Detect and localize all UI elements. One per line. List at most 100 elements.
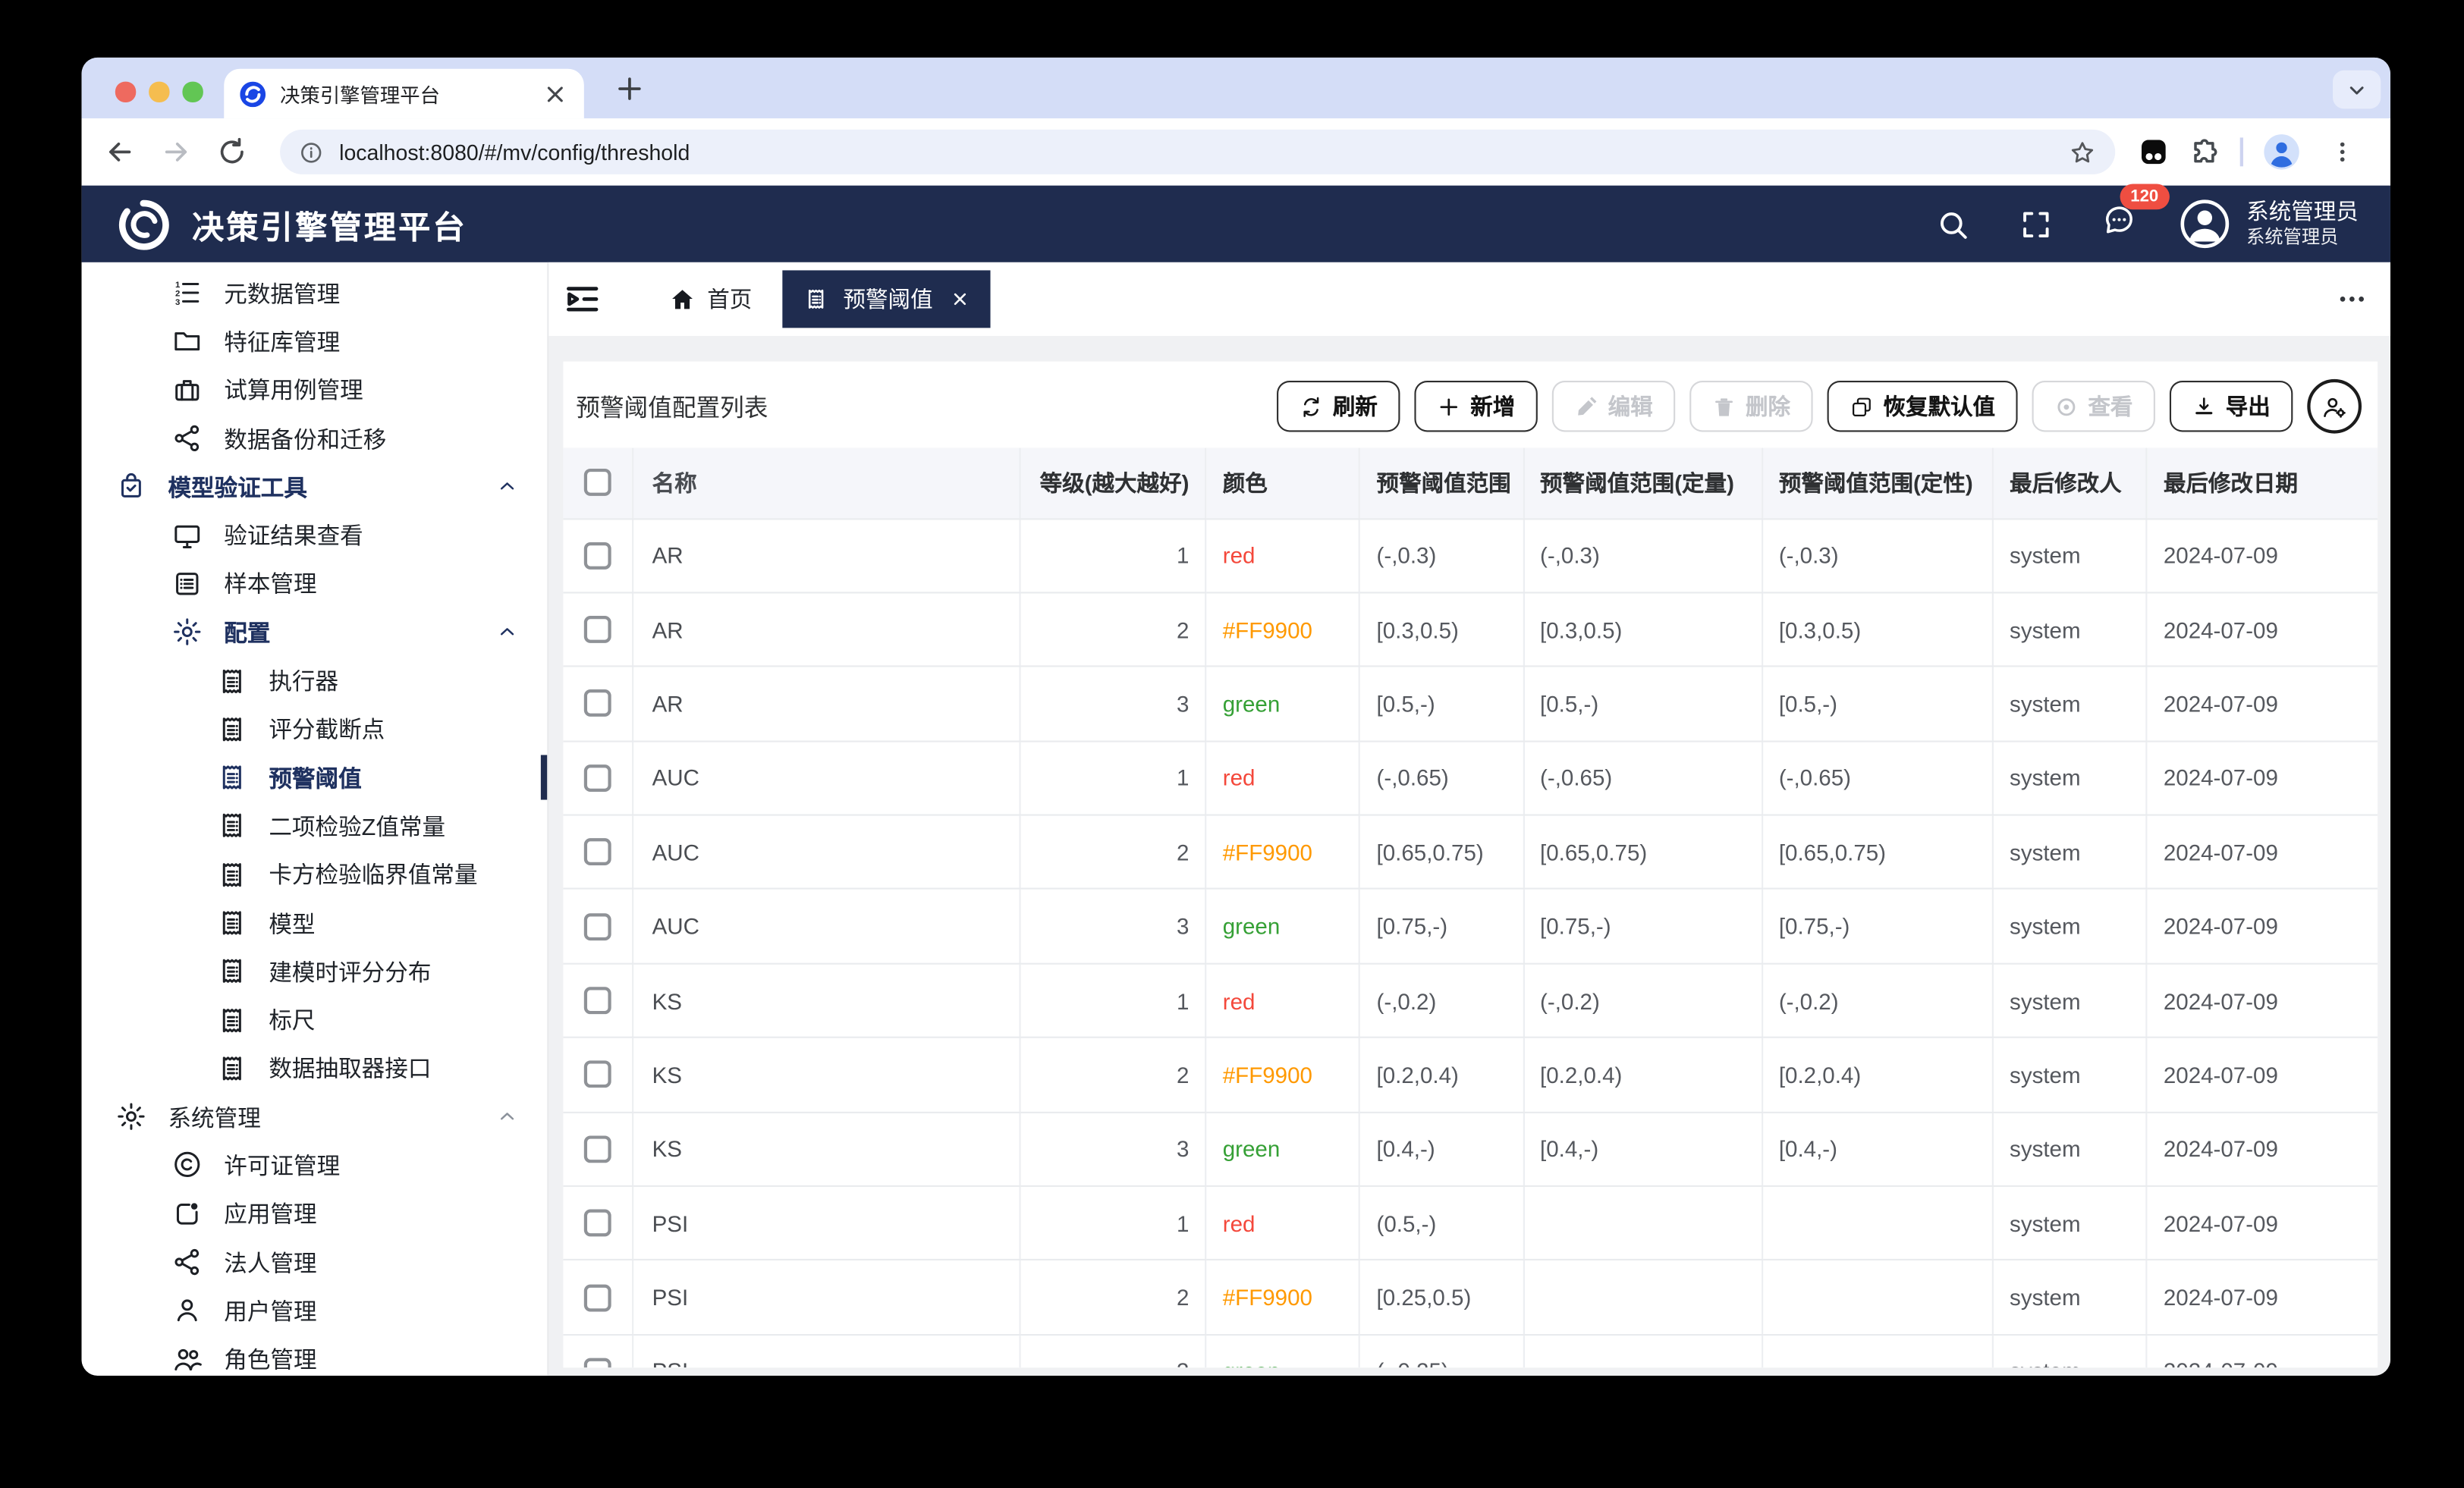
row-checkbox[interactable] (583, 839, 611, 866)
close-tab-icon[interactable] (542, 81, 568, 107)
row-checkbox[interactable] (583, 690, 611, 717)
extension-darkmode-icon[interactable] (2138, 136, 2170, 168)
sidebar-item-样本管理[interactable]: 样本管理 (82, 560, 548, 608)
row-checkbox[interactable] (583, 764, 611, 792)
table-cell: [0.4,-) (1359, 1112, 1523, 1186)
receipt-icon (216, 664, 248, 696)
back-icon[interactable] (104, 136, 136, 168)
browser-menu-kebab-icon[interactable] (2329, 139, 2355, 165)
zoom-window-button[interactable] (182, 82, 202, 102)
messages-button[interactable]: 120 (2102, 203, 2136, 245)
export-icon (2192, 394, 2216, 419)
sidebar-item-应用管理[interactable]: 应用管理 (82, 1189, 548, 1238)
table-cell: [0.3,0.5) (1359, 592, 1523, 667)
row-checkbox[interactable] (583, 1358, 611, 1368)
编辑-button[interactable]: 编辑 (1552, 381, 1675, 432)
sidebar-item-建模时评分分布[interactable]: 建模时评分分布 (82, 947, 548, 996)
browser-window: 决策引擎管理平台 (82, 58, 2390, 1376)
row-checkbox[interactable] (583, 987, 611, 1014)
table-cell: 2024-07-09 (2147, 1112, 2378, 1186)
favicon-swirl-icon (240, 81, 266, 107)
browser-profile-avatar[interactable] (2261, 133, 2300, 171)
site-info-icon[interactable] (299, 140, 323, 165)
refresh-icon (1300, 394, 1324, 419)
new-tab-button[interactable] (613, 72, 646, 105)
fullscreen-icon[interactable] (2019, 207, 2053, 240)
row-checkbox[interactable] (583, 616, 611, 643)
查看-button[interactable]: 查看 (2032, 381, 2155, 432)
select-all-checkbox[interactable] (583, 469, 611, 496)
chevron-up-icon[interactable] (496, 476, 519, 498)
sidebar-item-配置[interactable]: 配置 (82, 608, 548, 657)
tab-search-button[interactable] (2333, 71, 2381, 109)
sidebar-item-许可证管理[interactable]: 许可证管理 (82, 1141, 548, 1190)
sidebar-item-二项检验Z值常量[interactable]: 二项检验Z值常量 (82, 802, 548, 850)
table-cell: KS (632, 1038, 1020, 1112)
minimize-window-button[interactable] (149, 82, 168, 102)
search-icon[interactable] (1936, 207, 1969, 240)
button-label: 新增 (1470, 391, 1515, 422)
sidebar-item-验证结果查看[interactable]: 验证结果查看 (82, 511, 548, 560)
reload-icon[interactable] (216, 136, 248, 168)
app-icon (171, 1198, 203, 1229)
table-row: AR3green[0.5,-)[0.5,-)[0.5,-)system2024-… (563, 667, 2378, 741)
user-avatar-icon[interactable] (2180, 199, 2230, 250)
sidebar-item-卡方检验临界值常量[interactable]: 卡方检验临界值常量 (82, 850, 548, 899)
close-tab-x-icon[interactable] (951, 290, 970, 309)
row-checkbox[interactable] (583, 1284, 611, 1311)
tab-home[interactable]: 首页 (669, 283, 753, 315)
sidebar-item-数据备份和迁移[interactable]: 数据备份和迁移 (82, 414, 548, 463)
bookmark-star-icon[interactable] (2069, 138, 2096, 165)
row-checkbox[interactable] (583, 913, 611, 940)
sidebar-item-数据抽取器接口[interactable]: 数据抽取器接口 (82, 1044, 548, 1093)
chevron-up-icon[interactable] (496, 621, 519, 644)
address-bar[interactable]: localhost:8080/#/mv/config/threshold (280, 130, 2115, 174)
user-info[interactable]: 系统管理员 系统管理员 (2246, 197, 2359, 250)
table-cell: PSI (632, 1260, 1020, 1335)
monitor-icon (171, 520, 203, 551)
sidebar-item-角色管理[interactable]: 角色管理 (82, 1335, 548, 1376)
sidebar-item-执行器[interactable]: 执行器 (82, 657, 548, 705)
table-cell: [0.3,0.5) (1523, 592, 1762, 667)
row-checkbox[interactable] (583, 542, 611, 569)
chevron-up-icon[interactable] (496, 1106, 519, 1129)
browser-tab[interactable]: 决策引擎管理平台 (224, 69, 584, 118)
刷新-button[interactable]: 刷新 (1277, 381, 1400, 432)
sidebar-item-评分截断点[interactable]: 评分截断点 (82, 705, 548, 753)
导出-button[interactable]: 导出 (2170, 381, 2293, 432)
sidebar-item-模型[interactable]: 模型 (82, 899, 548, 947)
close-window-button[interactable] (115, 82, 135, 102)
table-cell: 2024-07-09 (2147, 1260, 2378, 1335)
row-checkbox[interactable] (583, 1135, 611, 1163)
button-label: 编辑 (1608, 391, 1653, 422)
more-tabs-ellipsis-icon[interactable] (2336, 283, 2368, 315)
collapse-sidebar-icon[interactable] (561, 278, 603, 320)
sidebar-item-标尺[interactable]: 标尺 (82, 996, 548, 1044)
sidebar-item-试算用例管理[interactable]: 试算用例管理 (82, 366, 548, 414)
row-checkbox[interactable] (583, 1061, 611, 1088)
tab-active-threshold[interactable]: 预警阈值 (782, 270, 990, 328)
extensions-puzzle-icon[interactable] (2189, 136, 2220, 168)
screenshot-stage: 决策引擎管理平台 (0, 0, 2464, 1488)
sidebar-item-法人管理[interactable]: 法人管理 (82, 1238, 548, 1286)
sidebar-item-模型验证工具[interactable]: 模型验证工具 (82, 463, 548, 511)
row-checkbox[interactable] (583, 1210, 611, 1237)
sidebar-item-元数据管理[interactable]: 123元数据管理 (82, 268, 548, 317)
sidebar-item-用户管理[interactable]: 用户管理 (82, 1286, 548, 1335)
table-cell: AR (632, 592, 1020, 667)
table-cell (1762, 1260, 1993, 1335)
table-cell: system (1993, 1260, 2147, 1335)
table-row: AUC3green[0.75,-)[0.75,-)[0.75,-)system2… (563, 890, 2378, 964)
sidebar-item-特征库管理[interactable]: 特征库管理 (82, 317, 548, 366)
forward-icon[interactable] (160, 136, 192, 168)
threshold-table: 名称等级(越大越好)颜色预警阈值范围预警阈值范围(定量)预警阈值范围(定性)最后… (563, 448, 2378, 1368)
table-cell: (-,0.3) (1359, 518, 1523, 592)
user-settings-button[interactable] (2307, 379, 2362, 434)
briefcase-icon (171, 374, 203, 406)
sidebar-item-系统管理[interactable]: 系统管理 (82, 1093, 548, 1141)
新增-button[interactable]: 新增 (1414, 381, 1537, 432)
svg-text:2: 2 (175, 290, 180, 299)
恢复默认值-button[interactable]: 恢复默认值 (1828, 381, 2018, 432)
sidebar-item-预警阈值[interactable]: 预警阈值 (82, 753, 548, 802)
删除-button[interactable]: 删除 (1689, 381, 1812, 432)
